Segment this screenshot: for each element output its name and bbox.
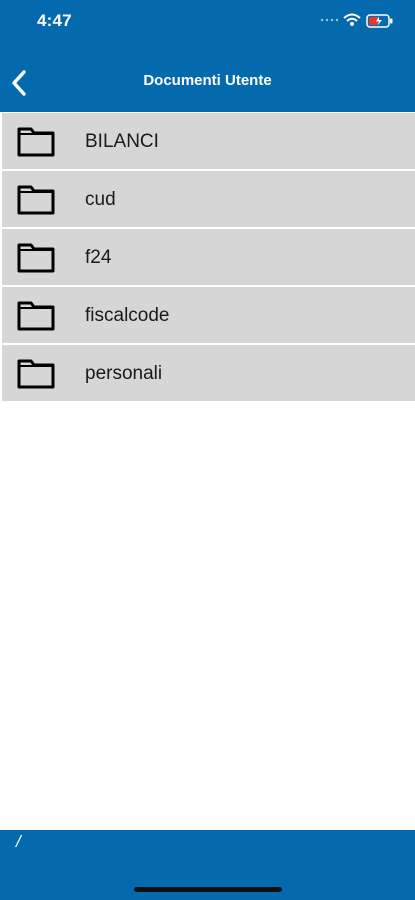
folder-name: personali: [85, 363, 163, 384]
folder-icon: [17, 243, 55, 273]
status-time: 4:47: [37, 11, 72, 30]
path-bar: /: [0, 830, 415, 900]
folder-name: BILANCI: [85, 131, 159, 152]
current-path: /: [16, 832, 21, 851]
folder-list: BILANCI cud f24 fiscalcode personali: [2, 113, 415, 403]
wifi-icon: [343, 13, 361, 26]
folder-row[interactable]: BILANCI: [2, 113, 415, 169]
folder-row[interactable]: cud: [2, 171, 415, 227]
folder-name: fiscalcode: [85, 305, 170, 326]
home-indicator[interactable]: [134, 887, 282, 892]
folder-row[interactable]: f24: [2, 229, 415, 285]
folder-icon: [17, 359, 55, 389]
app-header: 4:47 Documenti Utente: [0, 0, 415, 112]
battery-icon: [366, 14, 393, 28]
folder-icon: [17, 301, 55, 331]
folder-row[interactable]: personali: [2, 345, 415, 401]
folder-name: cud: [85, 189, 116, 210]
folder-name: f24: [85, 247, 112, 268]
page-title: Documenti Utente: [143, 72, 272, 89]
folder-row[interactable]: fiscalcode: [2, 287, 415, 343]
folder-icon: [17, 185, 55, 215]
folder-icon: [17, 127, 55, 157]
cellular-signal-icon: [320, 18, 339, 22]
